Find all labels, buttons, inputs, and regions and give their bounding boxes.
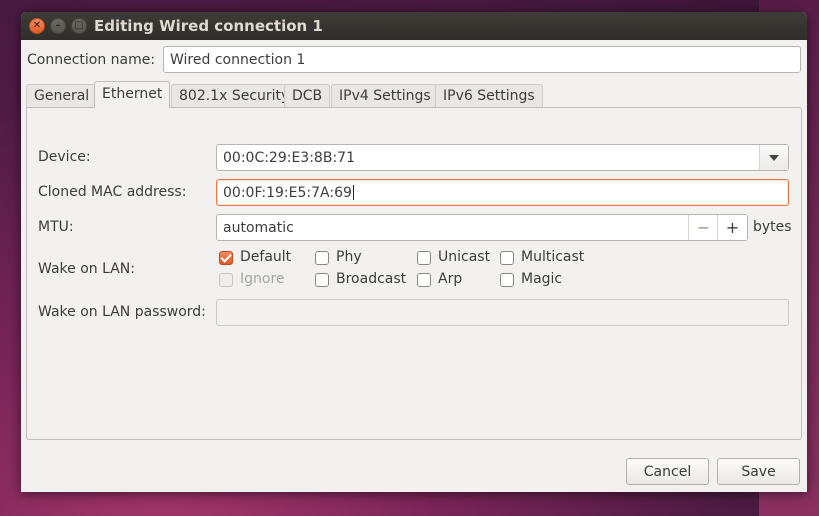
- plus-icon: +: [725, 218, 740, 237]
- wol-password-input[interactable]: [216, 299, 789, 326]
- wol-phy-label: Phy: [336, 249, 362, 265]
- device-combobox[interactable]: 00:0C:29:E3:8B:71: [216, 144, 789, 171]
- minimize-icon: –: [55, 20, 61, 31]
- cancel-button[interactable]: Cancel: [626, 458, 709, 485]
- mtu-decrement-button[interactable]: −: [688, 215, 718, 240]
- wol-multicast-label: Multicast: [521, 249, 585, 265]
- wol-magic-label: Magic: [521, 271, 563, 287]
- wol-multicast-checkbox[interactable]: [500, 251, 514, 265]
- cloned-mac-input[interactable]: 00:0F:19:E5:7A:69: [216, 179, 789, 206]
- connection-name-value: Wired connection 1: [170, 51, 306, 68]
- dialog-window: ✕ – □ Editing Wired connection 1 Connect…: [21, 12, 807, 492]
- maximize-window-button[interactable]: □: [71, 18, 87, 34]
- wol-phy-checkbox[interactable]: [315, 251, 329, 265]
- mtu-spinbutton[interactable]: automatic − +: [216, 214, 748, 241]
- save-button[interactable]: Save: [717, 458, 800, 485]
- maximize-icon: □: [74, 20, 84, 31]
- text-cursor: [352, 185, 354, 200]
- tab-8021x-security[interactable]: 802.1x Security: [171, 84, 298, 107]
- window-title: Editing Wired connection 1: [94, 17, 323, 35]
- mtu-unit-label: bytes: [753, 219, 792, 235]
- tab-ethernet[interactable]: Ethernet: [94, 81, 171, 108]
- tab-general[interactable]: General: [26, 84, 98, 107]
- device-value: 00:0C:29:E3:8B:71: [223, 149, 355, 166]
- wol-arp-checkbox[interactable]: [417, 273, 431, 287]
- chevron-down-icon: [769, 154, 779, 161]
- ethernet-panel: Device: 00:0C:29:E3:8B:71 Cloned MAC add…: [26, 107, 802, 440]
- tab-ipv6-settings[interactable]: IPv6 Settings: [435, 84, 543, 107]
- cloned-mac-value: 00:0F:19:E5:7A:69: [223, 184, 352, 201]
- wol-ignore-checkbox: [219, 273, 233, 287]
- title-bar[interactable]: ✕ – □ Editing Wired connection 1: [21, 12, 807, 40]
- device-dropdown-button[interactable]: [759, 145, 788, 170]
- tab-ipv4-settings[interactable]: IPv4 Settings: [331, 84, 439, 107]
- wol-unicast-label: Unicast: [438, 249, 491, 265]
- wol-arp-label: Arp: [438, 271, 463, 287]
- wol-broadcast-label: Broadcast: [336, 271, 407, 287]
- device-label: Device:: [38, 149, 91, 165]
- wol-default-label: Default: [240, 249, 292, 265]
- wol-magic-checkbox[interactable]: [500, 273, 514, 287]
- wol-password-label: Wake on LAN password:: [38, 304, 206, 320]
- wol-unicast-checkbox[interactable]: [417, 251, 431, 265]
- tab-dcb[interactable]: DCB: [284, 84, 331, 107]
- cloned-mac-label: Cloned MAC address:: [38, 184, 187, 200]
- close-window-button[interactable]: ✕: [29, 18, 45, 34]
- wol-default-checkbox[interactable]: [219, 251, 233, 265]
- connection-name-label: Connection name:: [27, 52, 156, 68]
- minimize-window-button[interactable]: –: [50, 18, 66, 34]
- wol-broadcast-checkbox[interactable]: [315, 273, 329, 287]
- minus-icon: −: [696, 218, 711, 237]
- mtu-value: automatic: [223, 219, 294, 236]
- wake-on-lan-label: Wake on LAN:: [38, 261, 135, 277]
- mtu-label: MTU:: [38, 219, 74, 235]
- mtu-increment-button[interactable]: +: [717, 215, 747, 240]
- connection-name-input[interactable]: Wired connection 1: [163, 46, 801, 73]
- wol-ignore-label: Ignore: [240, 271, 285, 287]
- close-icon: ✕: [32, 20, 42, 31]
